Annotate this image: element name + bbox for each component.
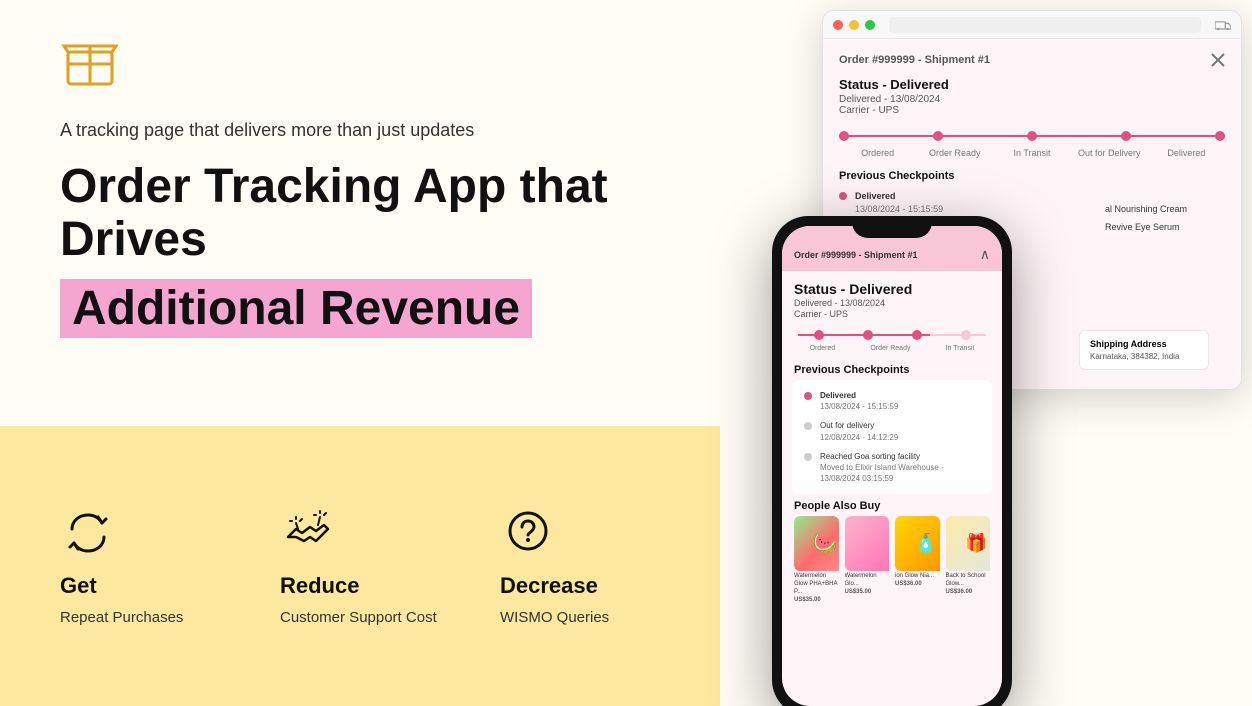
phone-track-dot-4	[961, 330, 971, 340]
browser-carrier: Carrier - UPS	[839, 105, 1225, 116]
phone-track-dot-3	[912, 330, 922, 340]
feature-decrease-title: Decrease	[500, 573, 598, 599]
headline: Order Tracking App that Drives Additiona…	[60, 161, 660, 338]
phone-tracking-bar	[782, 325, 1002, 345]
feature-get-desc: Repeat Purchases	[60, 607, 183, 628]
phone-notch	[852, 216, 932, 238]
phone-track-label-2: Order Ready	[870, 345, 910, 352]
truck-icon	[1215, 17, 1231, 33]
phone-product-2[interactable]: Watermelon Glo... US$35.00	[845, 516, 890, 602]
app-logo	[60, 32, 120, 92]
browser-max-dot	[865, 20, 875, 30]
browser-min-dot	[849, 20, 859, 30]
feature-reduce-desc: Customer Support Cost	[280, 607, 437, 628]
browser-url-bar	[889, 17, 1201, 33]
phone-screen: Order #999999 - Shipment #1 ∧ Status - D…	[782, 226, 1002, 706]
right-section: Order #999999 - Shipment #1 Status - Del…	[692, 0, 1252, 706]
subtitle: A tracking page that delivers more than …	[60, 120, 660, 141]
browser-shipping-address-box: Shipping Address Karnataka, 384382, Indi…	[1105, 190, 1225, 290]
phone-track-dot-1	[814, 330, 824, 340]
phone-products-row: 🍉 Watermelon Glow PHA+BHA P... US$35.00 …	[782, 516, 1002, 602]
phone-checkpoints-box: Delivered 13/08/2024 - 15:15:59 Out for …	[792, 380, 992, 494]
phone-order-id: Order #999999 - Shipment #1	[794, 250, 918, 260]
browser-order-id: Order #999999 - Shipment #1	[839, 54, 990, 66]
phone-track-label-1: Ordered	[810, 345, 836, 352]
phone-status-title: Status - Delivered	[794, 281, 990, 297]
tracking-label-5: Delivered	[1148, 148, 1225, 158]
browser-status: Status - Delivered	[839, 77, 1225, 92]
browser-checkpoints-title: Previous Checkpoints	[839, 170, 1225, 182]
phone-product-3[interactable]: 🧴 ion Glow Nia... US$36.00	[895, 516, 940, 602]
tracking-dot-2	[933, 131, 943, 141]
phone-product-4[interactable]: 🎁 Back to School Glow... US$36.00	[946, 516, 991, 602]
browser-product-labels: al Nourishing Cream Revive Eye Serum	[1105, 204, 1225, 232]
tracking-dot-4	[1121, 131, 1131, 141]
phone-checkpoints-title: Previous Checkpoints	[782, 360, 1002, 380]
phone-product-1[interactable]: 🍉 Watermelon Glow PHA+BHA P... US$35.00	[794, 516, 839, 602]
browser-close-dot	[833, 20, 843, 30]
browser-ship-title: Shipping Address	[1090, 339, 1198, 349]
phone-status: Status - Delivered Delivered - 13/08/202…	[782, 271, 1002, 325]
handshake-icon	[280, 505, 336, 561]
tracking-label-4: Out for Delivery	[1071, 148, 1148, 158]
feature-reduce-title: Reduce	[280, 573, 359, 599]
tracking-dot-1	[839, 131, 849, 141]
feature-repeat: Get Repeat Purchases	[60, 505, 220, 628]
phone-carrier: Carrier - UPS	[794, 309, 990, 319]
phone-mockup: Order #999999 - Shipment #1 ∧ Status - D…	[772, 216, 1012, 706]
tracking-labels: Ordered Order Ready In Transit Out for D…	[839, 148, 1225, 158]
question-icon	[500, 505, 556, 561]
feature-decrease: Decrease WISMO Queries	[500, 505, 660, 628]
feature-decrease-desc: WISMO Queries	[500, 607, 609, 628]
tracking-dot-5	[1215, 131, 1225, 141]
headline-line1: Order Tracking App that Drives	[60, 161, 660, 267]
feature-reduce: Reduce Customer Support Cost	[280, 505, 440, 628]
phone-delivered-date: Delivered - 13/08/2024	[794, 298, 990, 308]
browser-ship-detail: Karnataka, 384382, India	[1090, 352, 1198, 361]
headline-highlight: Additional Revenue	[60, 279, 532, 338]
tracking-label-2: Order Ready	[916, 148, 993, 158]
browser-titlebar	[823, 11, 1241, 39]
tracking-label-1: Ordered	[839, 148, 916, 158]
browser-delivered-date: Delivered - 13/08/2024	[839, 94, 1225, 105]
features-section: Get Repeat Purchases Reduce Customer Sup…	[0, 426, 720, 706]
phone-track-label-3: In Transit	[946, 345, 975, 352]
phone-track-dot-2	[863, 330, 873, 340]
phone-products-title: People Also Buy	[782, 494, 1002, 516]
phone-track-labels: Ordered Order Ready In Transit	[782, 345, 1002, 360]
feature-get-title: Get	[60, 573, 97, 599]
tracking-label-3: In Transit	[993, 148, 1070, 158]
phone-close-btn[interactable]: ∧	[980, 246, 990, 263]
repeat-icon	[60, 505, 116, 561]
tracking-dot-3	[1027, 131, 1037, 141]
